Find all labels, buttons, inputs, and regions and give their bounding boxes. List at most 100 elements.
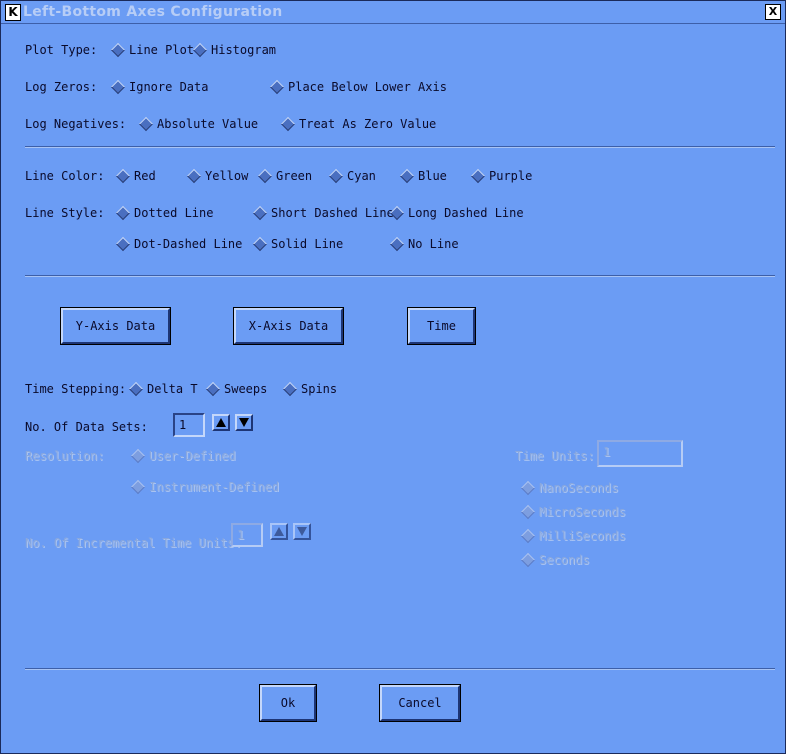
ok-button[interactable]: Ok [259,684,317,722]
dialog-window: K Left-Bottom Axes Configuration X Plot … [0,0,786,754]
title-bar: K Left-Bottom Axes Configuration X [1,1,785,24]
radio-sweeps[interactable]: Sweeps [205,381,268,397]
radio-dotted-line[interactable]: Dotted Line [115,205,214,221]
arrow-up-icon [216,418,226,427]
radio-diamond-icon [128,381,144,397]
radio-label: Ignore Data [129,80,209,94]
radio-histogram[interactable]: Histogram [192,42,276,58]
radio-color-cyan[interactable]: Cyan [328,168,376,184]
radio-nanoseconds[interactable]: NanoSeconds [520,480,619,496]
radio-diamond-icon [282,381,298,397]
line-style-label: Line Style: [25,206,105,220]
radio-line-plot[interactable]: Line Plot [110,42,195,58]
radio-diamond-icon [252,205,268,221]
incremental-increment-button[interactable] [270,523,288,540]
radio-diamond-icon [110,42,126,58]
radio-label: NanoSeconds [539,481,619,495]
data-sets-field[interactable]: 1 [173,413,205,437]
radio-color-green[interactable]: Green [257,168,313,184]
radio-seconds[interactable]: Seconds [520,552,590,568]
radio-diamond-icon [520,552,536,568]
time-units-field[interactable]: 1 [597,440,683,467]
radio-diamond-icon [138,116,154,132]
radio-diamond-icon [252,236,268,252]
radio-instrument-defined[interactable]: Instrument-Defined [130,479,280,495]
incremental-time-units-label: No. Of Incremental Time Units: [25,536,242,550]
radio-label: Line Plot [129,43,195,57]
radio-diamond-icon [115,205,131,221]
radio-diamond-icon [399,168,415,184]
radio-color-purple[interactable]: Purple [470,168,533,184]
radio-label: MilliSeconds [539,529,626,543]
radio-label: Red [134,169,156,183]
radio-diamond-icon [520,504,536,520]
radio-place-below-lower-axis[interactable]: Place Below Lower Axis [269,79,447,95]
radio-diamond-icon [280,116,296,132]
radio-label: Purple [489,169,533,183]
incremental-decrement-button[interactable] [293,523,311,540]
radio-diamond-icon [269,79,285,95]
radio-diamond-icon [130,448,146,464]
radio-delta-t[interactable]: Delta T [128,381,198,397]
radio-diamond-icon [257,168,273,184]
radio-color-red[interactable]: Red [115,168,156,184]
radio-diamond-icon [110,79,126,95]
arrow-down-icon [239,418,249,427]
y-axis-data-button[interactable]: Y-Axis Data [60,307,171,345]
radio-label: Green [276,169,313,183]
arrow-down-icon [297,527,307,536]
time-units-label: Time Units: [515,449,595,463]
radio-milliseconds[interactable]: MilliSeconds [520,528,626,544]
radio-microseconds[interactable]: MicroSeconds [520,504,626,520]
radio-diamond-icon [186,168,202,184]
data-sets-decrement-button[interactable] [235,414,253,431]
x-axis-data-button[interactable]: X-Axis Data [233,307,344,345]
time-button[interactable]: Time [407,307,476,345]
radio-diamond-icon [328,168,344,184]
radio-color-yellow[interactable]: Yellow [186,168,248,184]
radio-user-defined[interactable]: User-Defined [130,448,236,464]
close-button[interactable]: X [765,4,781,20]
radio-treat-as-zero[interactable]: Treat As Zero Value [280,116,437,132]
data-sets-increment-button[interactable] [212,414,230,431]
radio-label: User-Defined [149,449,236,463]
radio-label: No Line [408,237,459,251]
app-icon[interactable]: K [5,4,21,21]
radio-label: Blue [418,169,447,183]
radio-no-line[interactable]: No Line [389,236,459,252]
radio-diamond-icon [470,168,486,184]
radio-label: Dotted Line [134,206,214,220]
radio-absolute-value[interactable]: Absolute Value [138,116,259,132]
data-sets-label: No. Of Data Sets: [25,420,148,434]
cancel-button[interactable]: Cancel [379,684,461,722]
radio-diamond-icon [389,205,405,221]
radio-label: Spins [301,382,338,396]
radio-label: Absolute Value [157,117,259,131]
separator [25,146,775,148]
radio-diamond-icon [520,528,536,544]
radio-spins[interactable]: Spins [282,381,338,397]
radio-label: Cyan [347,169,376,183]
radio-diamond-icon [520,480,536,496]
incremental-time-units-field[interactable]: 1 [231,523,263,547]
radio-solid-line[interactable]: Solid Line [252,236,343,252]
radio-diamond-icon [115,168,131,184]
radio-label: Place Below Lower Axis [288,80,447,94]
radio-label: MicroSeconds [539,505,626,519]
radio-long-dashed-line[interactable]: Long Dashed Line [389,205,524,221]
radio-color-blue[interactable]: Blue [399,168,447,184]
radio-diamond-icon [115,236,131,252]
radio-ignore-data[interactable]: Ignore Data [110,79,209,95]
time-stepping-label: Time Stepping: [25,382,127,396]
log-negatives-label: Log Negatives: [25,117,127,131]
radio-label: Dot-Dashed Line [134,237,243,251]
log-zeros-label: Log Zeros: [25,80,98,94]
arrow-up-icon [274,527,284,536]
window-title: Left-Bottom Axes Configuration [23,4,283,20]
radio-short-dashed-line[interactable]: Short Dashed Line [252,205,394,221]
radio-diamond-icon [205,381,221,397]
radio-label: Sweeps [224,382,268,396]
radio-label: Treat As Zero Value [299,117,437,131]
radio-label: Instrument-Defined [149,480,280,494]
radio-dot-dashed-line[interactable]: Dot-Dashed Line [115,236,243,252]
